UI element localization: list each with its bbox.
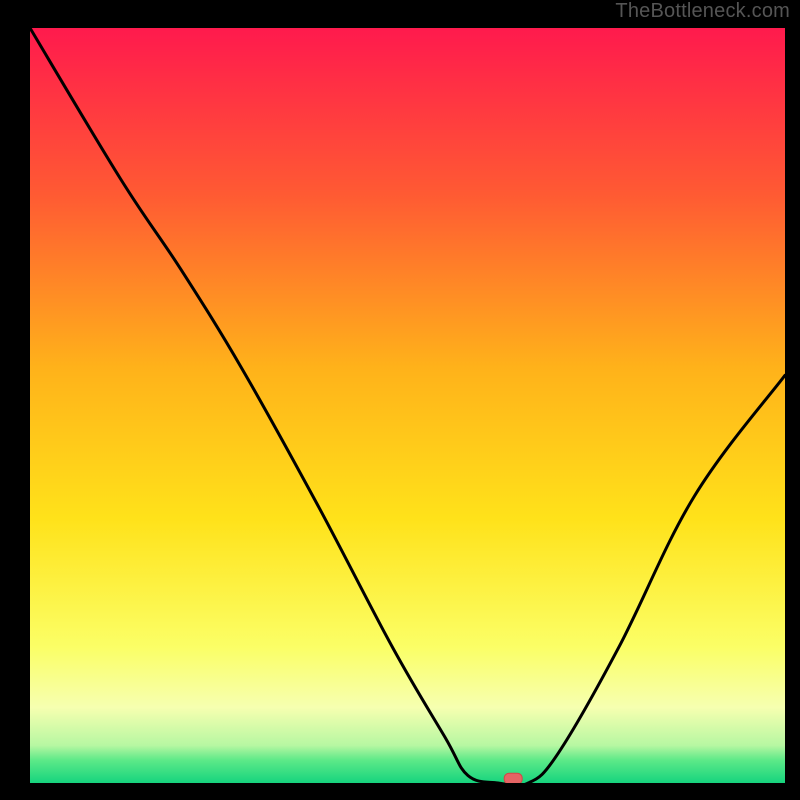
bottleneck-chart <box>30 28 785 783</box>
watermark-label: TheBottleneck.com <box>615 0 790 23</box>
chart-frame: TheBottleneck.com <box>0 0 800 800</box>
gradient-background <box>30 28 785 783</box>
optimal-marker <box>504 773 522 783</box>
chart-canvas <box>30 28 785 783</box>
